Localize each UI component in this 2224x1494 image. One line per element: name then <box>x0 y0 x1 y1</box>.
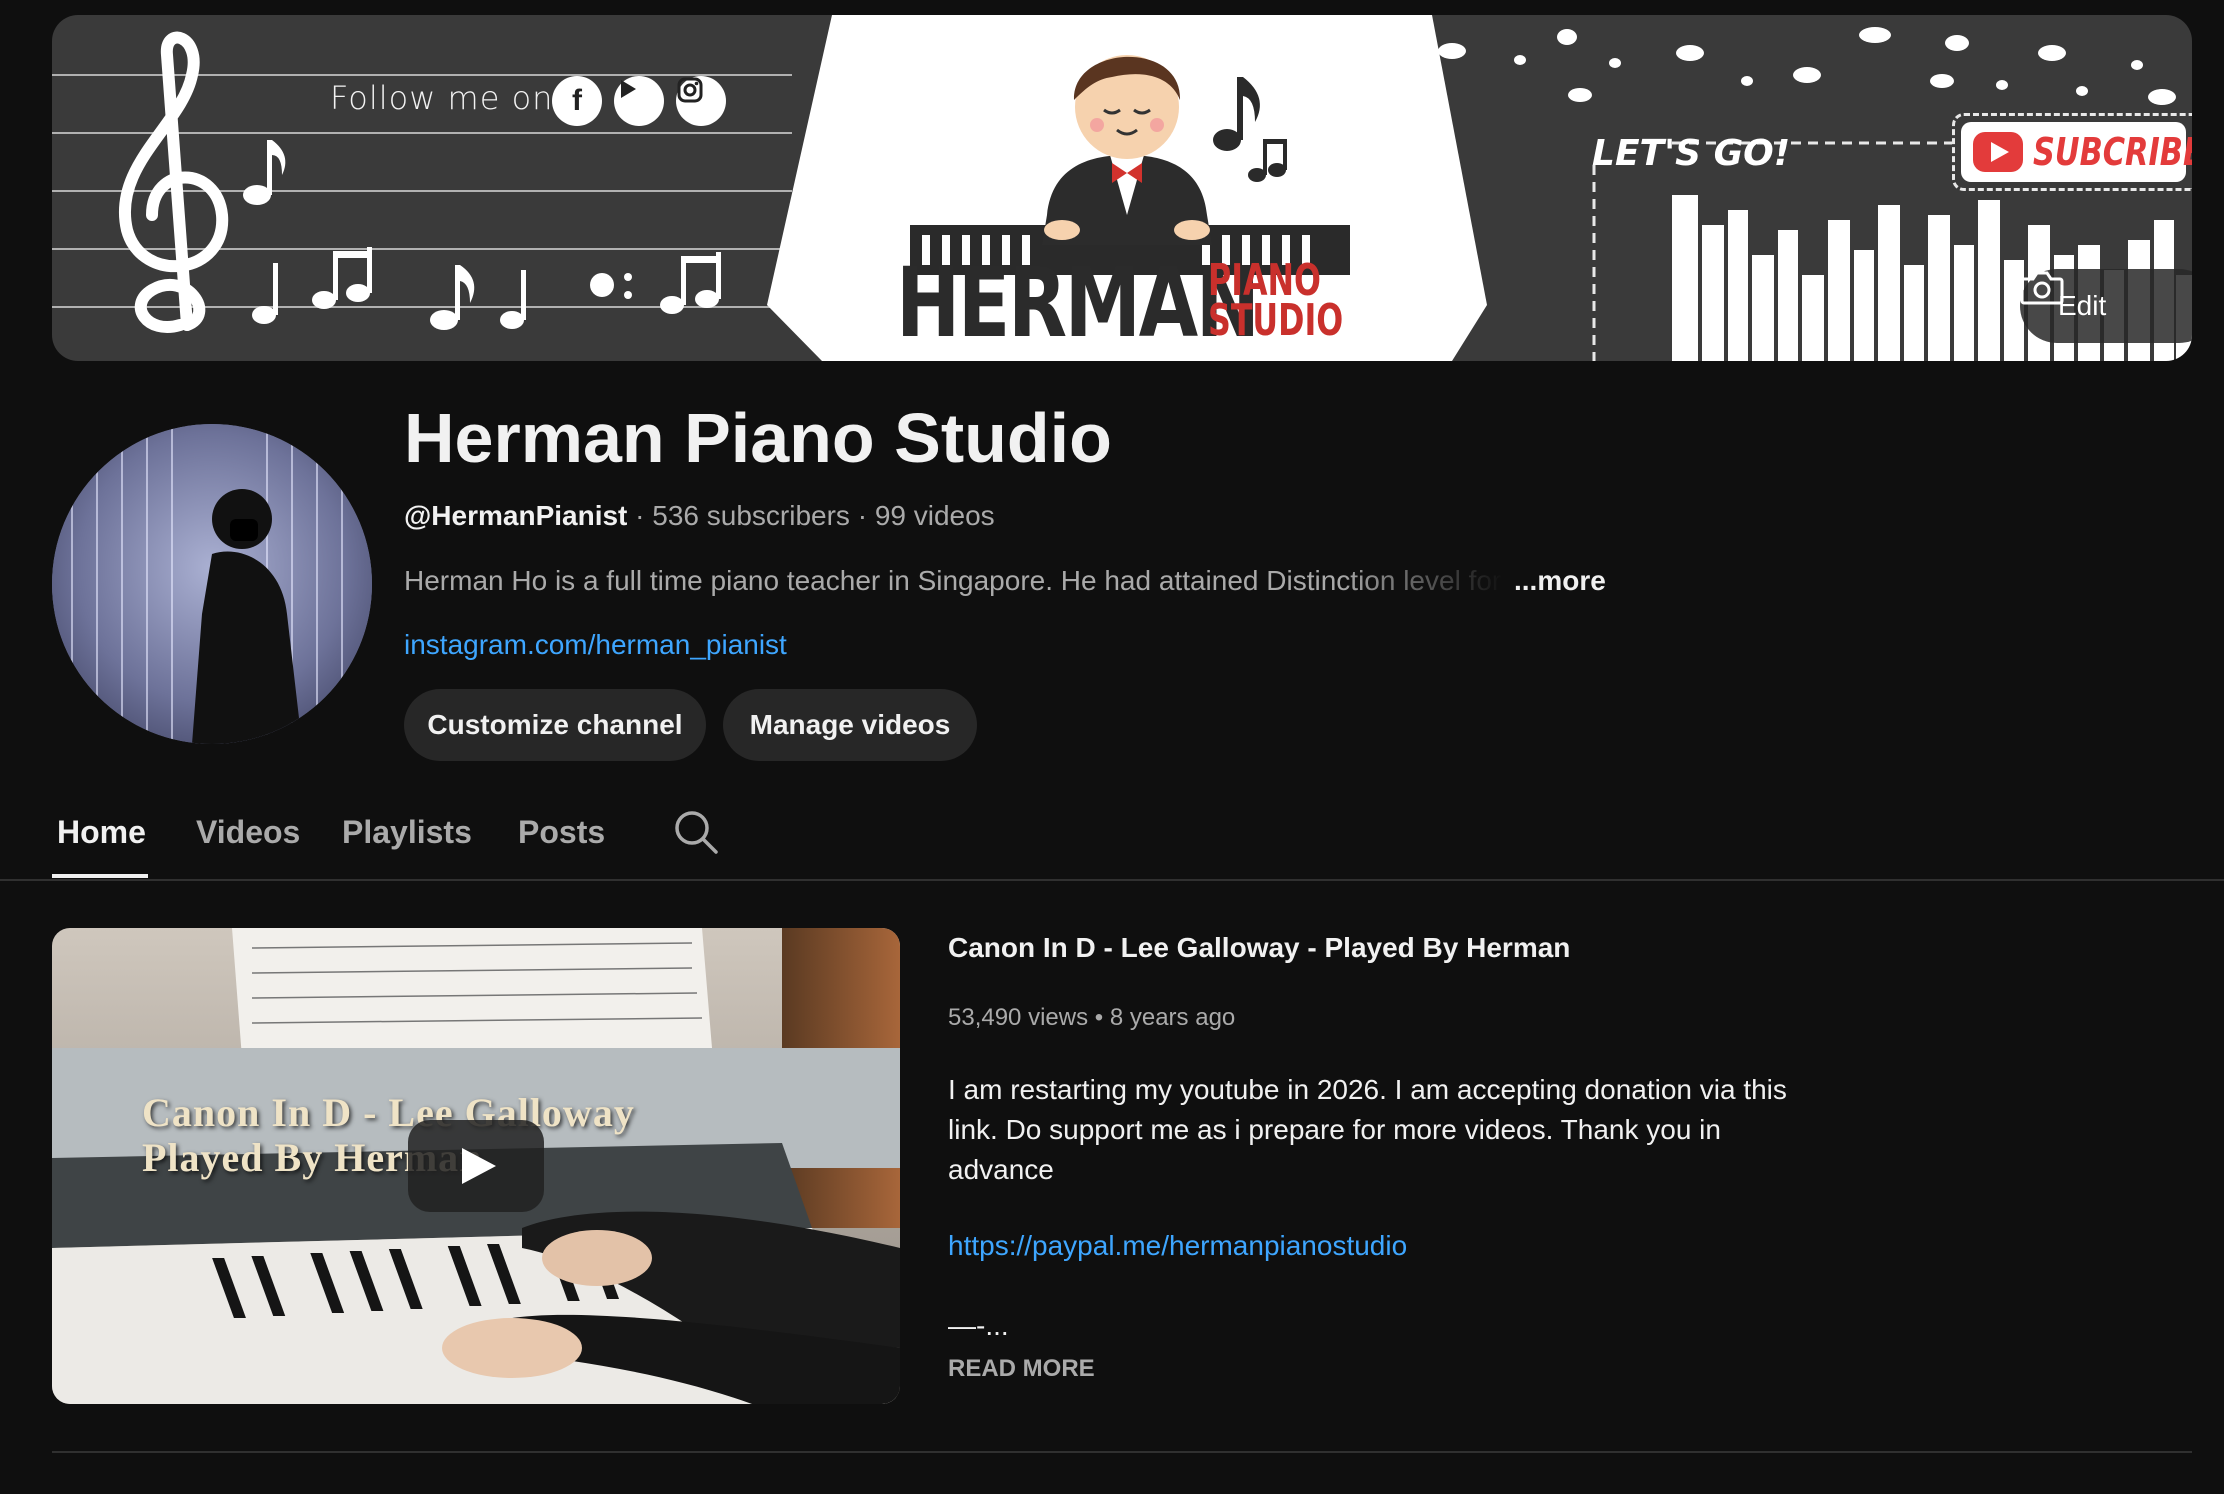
thumbnail-caption-line2: Played By Herman <box>142 1135 483 1180</box>
avatar-image <box>52 424 372 744</box>
description-truncation: —-... <box>948 1310 1009 1341</box>
meta-separator: · <box>849 500 875 531</box>
search-icon[interactable] <box>672 808 720 856</box>
play-icon[interactable] <box>408 1120 544 1212</box>
tab-home[interactable]: Home <box>57 814 146 851</box>
section-divider <box>52 1451 2192 1453</box>
paypal-link[interactable]: https://paypal.me/hermanpianostudio <box>948 1230 1407 1262</box>
thumbnail-caption: Canon In D - Lee Galloway Played By Herm… <box>142 1090 635 1180</box>
edit-banner-button[interactable]: Edit <box>2020 269 2192 343</box>
facebook-icon: f <box>552 76 602 126</box>
featured-video-thumbnail[interactable]: Canon In D - Lee Galloway Played By Herm… <box>52 928 900 1404</box>
channel-avatar[interactable] <box>52 424 372 744</box>
description-text: Herman Ho is a full time piano teacher i… <box>404 565 1502 596</box>
youtube-logo-icon <box>1973 132 2023 172</box>
manage-videos-button[interactable]: Manage videos <box>723 689 977 761</box>
featured-video-title[interactable]: Canon In D - Lee Galloway - Played By He… <box>948 932 1570 964</box>
channel-banner: Follow me on : f HERMAN PIANO STUDIO LET… <box>52 15 2192 361</box>
follow-me-text: Follow me on : <box>330 79 577 117</box>
upload-age: 8 years ago <box>1109 1004 1236 1031</box>
featured-video-description: I am restarting my youtube in 2026. I am… <box>948 1074 1787 1185</box>
meta-separator: • <box>1088 1004 1110 1031</box>
brand-piano-studio: PIANO STUDIO <box>1208 259 1344 346</box>
thumbnail-caption-line1: Canon In D - Lee Galloway <box>142 1090 635 1135</box>
subscribe-graphic-label: SUBCRIBE! <box>2033 130 2192 174</box>
tab-videos[interactable]: Videos <box>196 814 300 851</box>
youtube-icon <box>614 76 664 126</box>
read-more-button[interactable]: READ MORE <box>948 1355 1095 1383</box>
video-count: 99 videos <box>874 500 995 531</box>
lets-go-text: LET'S GO! <box>1592 133 1791 174</box>
channel-handle: @HermanPianist <box>404 500 628 531</box>
tab-posts[interactable]: Posts <box>518 814 605 851</box>
meta-separator: · <box>627 500 653 531</box>
active-tab-indicator <box>52 874 148 878</box>
instagram-link[interactable]: instagram.com/herman_pianist <box>404 629 787 661</box>
tabs-divider <box>0 879 2224 881</box>
subscriber-count: 536 subscribers <box>652 500 850 531</box>
instagram-icon <box>676 76 726 126</box>
camera-icon <box>2020 271 2064 305</box>
channel-title: Herman Piano Studio <box>404 399 1112 477</box>
brand-herman: HERMAN <box>896 247 1260 359</box>
view-count: 53,490 views <box>948 1004 1089 1031</box>
subscribe-graphic: SUBCRIBE! <box>1952 113 2192 191</box>
channel-description[interactable]: Herman Ho is a full time piano teacher i… <box>404 565 1644 599</box>
description-more-link[interactable]: ...more <box>1514 565 1606 597</box>
channel-meta: @HermanPianist · 536 subscribers · 99 vi… <box>404 500 995 532</box>
brand-studio: STUDIO <box>1208 295 1344 346</box>
customize-channel-button[interactable]: Customize channel <box>404 689 706 761</box>
tab-playlists[interactable]: Playlists <box>342 814 472 851</box>
edit-label: Edit <box>2058 290 2107 321</box>
featured-video-meta: 53,490 views • 8 years ago <box>948 1004 1235 1032</box>
